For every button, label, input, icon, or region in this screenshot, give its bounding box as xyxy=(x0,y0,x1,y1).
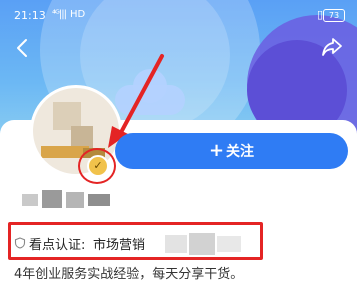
network-label: HD xyxy=(70,9,86,20)
plus-icon: + xyxy=(208,140,225,161)
profile-bio: 4年创业服务实战经验，每天分享干货。 xyxy=(14,267,244,282)
back-arrow-icon[interactable] xyxy=(13,38,33,58)
certification-label: 看点认证: xyxy=(29,238,86,253)
certification-value: 市场营销 xyxy=(93,238,146,253)
follow-label: 关注 xyxy=(226,144,255,160)
share-icon[interactable] xyxy=(321,36,343,58)
v-check-icon: ✓ xyxy=(87,155,109,177)
status-bar: 21:13 ⁴ᴳ||| HD ▯ 73 xyxy=(0,0,357,32)
battery-icon: 73 xyxy=(323,9,345,22)
certification-redacted xyxy=(165,233,243,255)
status-time: 21:13 xyxy=(14,9,46,22)
username-redacted xyxy=(22,188,112,210)
signal-icon: ⁴ᴳ||| xyxy=(52,9,67,20)
follow-button[interactable]: + 关注 xyxy=(115,133,348,169)
shield-icon xyxy=(14,237,26,249)
